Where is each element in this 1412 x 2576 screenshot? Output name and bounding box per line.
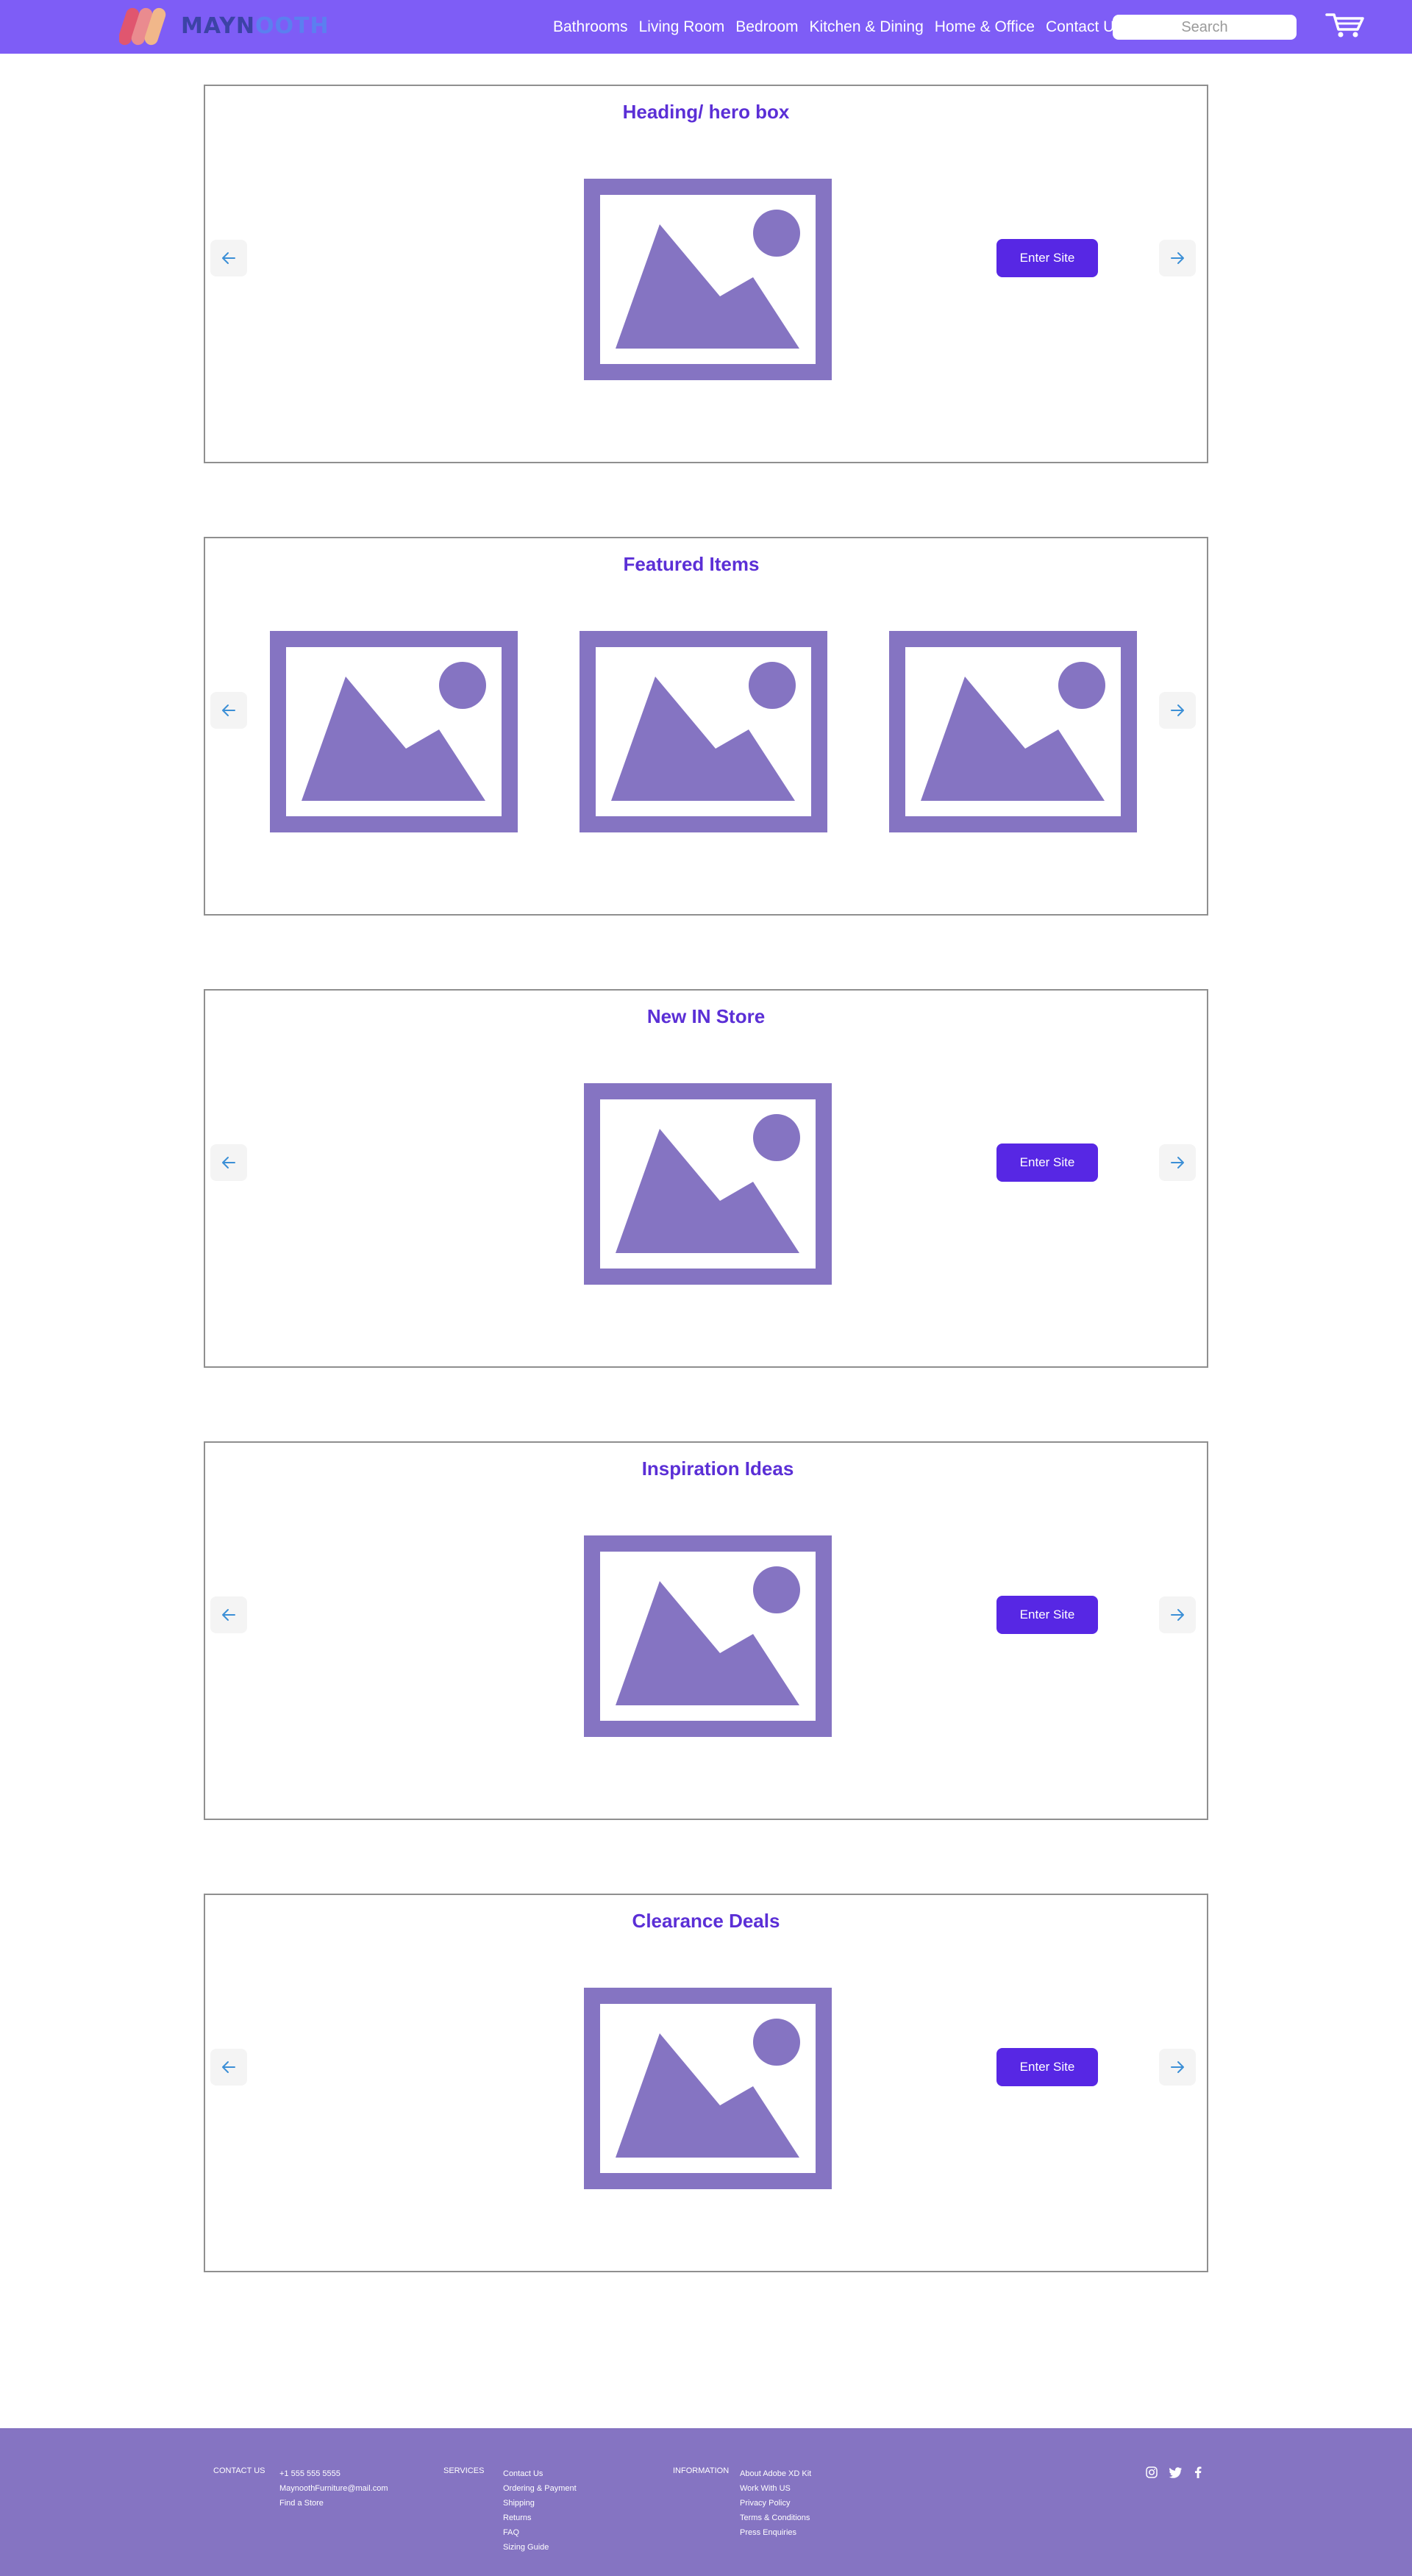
footer-link-work-with-us[interactable]: Work With US: [740, 2481, 811, 2496]
carousel-prev-button[interactable]: [210, 2049, 247, 2086]
footer-phone[interactable]: +1 555 555 5555: [279, 2466, 388, 2481]
site-header: MAYNOOTH Bathrooms Living Room Bedroom K…: [0, 0, 1412, 54]
carousel-next-button[interactable]: [1159, 1144, 1196, 1181]
instagram-icon[interactable]: [1146, 2466, 1158, 2478]
logo-text-secondary: OOTH: [255, 13, 329, 39]
footer-link-about[interactable]: About Adobe XD Kit: [740, 2466, 811, 2481]
footer-information-list: About Adobe XD Kit Work With US Privacy …: [740, 2466, 811, 2540]
section-title: Featured Items: [623, 553, 760, 575]
new-in-store-section: New IN Store Enter Site: [204, 989, 1208, 1368]
footer-information-label: INFORMATION: [673, 2466, 730, 2475]
footer-link-returns[interactable]: Returns: [503, 2511, 577, 2525]
nav-item-bedroom[interactable]: Bedroom: [735, 18, 798, 36]
arrow-right-icon: [1171, 704, 1184, 716]
enter-site-button[interactable]: Enter Site: [996, 2048, 1098, 2086]
footer-link-privacy-policy[interactable]: Privacy Policy: [740, 2496, 811, 2511]
nav-item-home-office[interactable]: Home & Office: [935, 18, 1035, 36]
search-input[interactable]: [1113, 15, 1297, 40]
shopping-cart-icon[interactable]: [1325, 12, 1366, 38]
footer-services-label: SERVICES: [443, 2466, 485, 2475]
footer-email[interactable]: MaynoothFurniture@mail.com: [279, 2481, 388, 2496]
section-title: New IN Store: [646, 1005, 766, 1027]
nav-item-kitchen-dining[interactable]: Kitchen & Dining: [810, 18, 924, 36]
image-placeholder-icon: [584, 1535, 832, 1737]
arrow-left-icon: [222, 252, 235, 264]
section-title: Inspiration Ideas: [641, 1458, 794, 1480]
hero-section: Heading/ hero box Enter Site: [204, 85, 1208, 463]
footer-link-ordering-payment[interactable]: Ordering & Payment: [503, 2481, 577, 2496]
clearance-deals-section: Clearance Deals Enter Site: [204, 1894, 1208, 2272]
nav-item-bathrooms[interactable]: Bathrooms: [553, 18, 628, 36]
footer-link-sizing-guide[interactable]: Sizing Guide: [503, 2540, 577, 2555]
nav-item-contact-us[interactable]: Contact Us: [1046, 18, 1122, 36]
footer-link-shipping[interactable]: Shipping: [503, 2496, 577, 2511]
nav-item-living-room[interactable]: Living Room: [639, 18, 725, 36]
enter-site-button[interactable]: Enter Site: [996, 239, 1098, 277]
footer-link-contact-us[interactable]: Contact Us: [503, 2466, 577, 2481]
section-title: Heading/ hero box: [622, 101, 790, 123]
image-placeholder-icon: [584, 1988, 832, 2189]
arrow-right-icon: [1171, 252, 1184, 264]
footer-link-press[interactable]: Press Enquiries: [740, 2525, 811, 2540]
carousel-next-button[interactable]: [1159, 692, 1196, 729]
footer-services-list: Contact Us Ordering & Payment Shipping R…: [503, 2466, 577, 2555]
arrow-left-icon: [222, 2061, 235, 2073]
carousel-next-button[interactable]: [1159, 240, 1196, 276]
footer-find-store-link[interactable]: Find a Store: [279, 2496, 388, 2511]
arrow-left-icon: [222, 1609, 235, 1621]
section-title: Clearance Deals: [632, 1910, 780, 1932]
carousel-next-button[interactable]: [1159, 1596, 1196, 1633]
carousel-next-button[interactable]: [1159, 2049, 1196, 2086]
featured-items-section: Featured Items: [204, 537, 1208, 916]
arrow-left-icon: [222, 704, 235, 716]
footer-contact-label: CONTACT US: [213, 2466, 265, 2475]
image-placeholder-icon: [889, 631, 1137, 832]
social-links: [1146, 2466, 1213, 2478]
image-placeholder-icon: [584, 1083, 832, 1285]
facebook-icon[interactable]: [1194, 2466, 1202, 2478]
image-placeholder-icon: [580, 631, 827, 832]
arrow-right-icon: [1171, 1609, 1184, 1621]
footer-link-terms[interactable]: Terms & Conditions: [740, 2511, 811, 2525]
main-nav: Bathrooms Living Room Bedroom Kitchen & …: [553, 16, 1133, 38]
site-footer: CONTACT US +1 555 555 5555 MaynoothFurni…: [0, 2428, 1412, 2576]
enter-site-button[interactable]: Enter Site: [996, 1596, 1098, 1634]
footer-contact-list: +1 555 555 5555 MaynoothFurniture@mail.c…: [279, 2466, 388, 2511]
carousel-prev-button[interactable]: [210, 240, 247, 276]
carousel-prev-button[interactable]: [210, 692, 247, 729]
image-placeholder-icon: [270, 631, 518, 832]
logo-text: MAYNOOTH: [181, 13, 329, 39]
carousel-prev-button[interactable]: [210, 1596, 247, 1633]
image-placeholder-icon: [584, 179, 832, 380]
inspiration-ideas-section: Inspiration Ideas Enter Site: [204, 1441, 1208, 1820]
carousel-prev-button[interactable]: [210, 1144, 247, 1181]
arrow-left-icon: [222, 1157, 235, 1169]
footer-link-faq[interactable]: FAQ: [503, 2525, 577, 2540]
arrow-right-icon: [1171, 2061, 1184, 2073]
arrow-right-icon: [1171, 1157, 1184, 1169]
logo-text-primary: MAYN: [181, 13, 256, 39]
enter-site-button[interactable]: Enter Site: [996, 1143, 1098, 1182]
twitter-icon[interactable]: [1169, 2466, 1183, 2478]
